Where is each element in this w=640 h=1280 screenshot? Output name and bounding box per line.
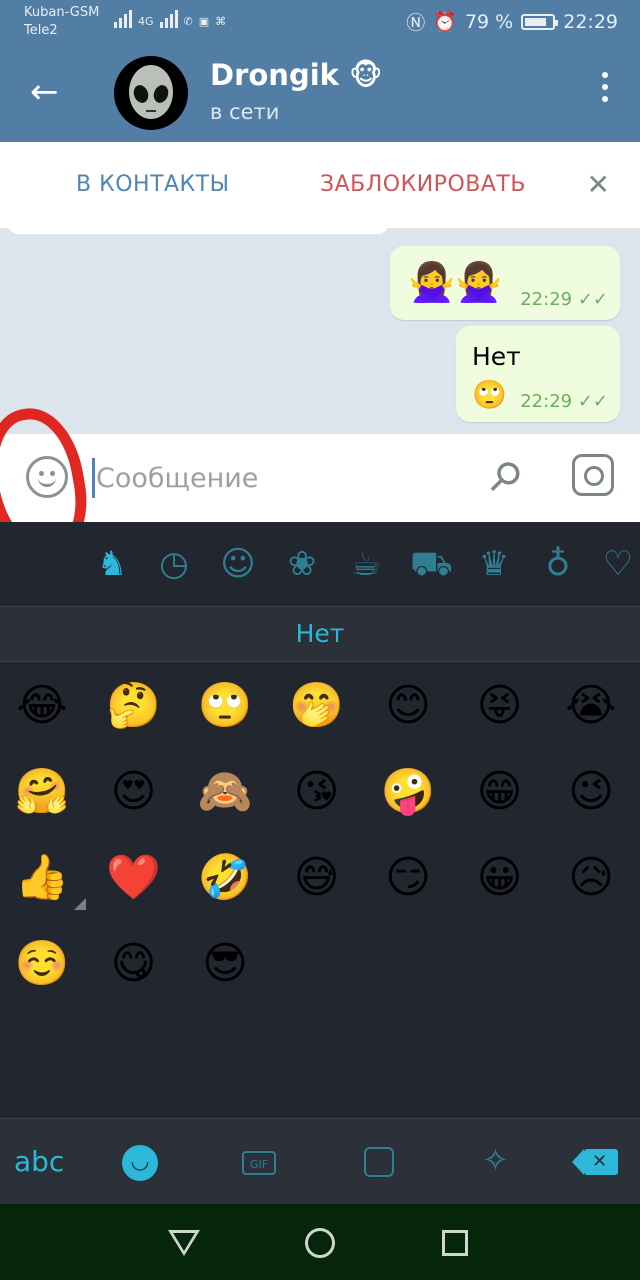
category-clock-icon[interactable]: ◷ xyxy=(154,544,194,584)
emoji-key[interactable]: 🤗 xyxy=(12,762,72,822)
sticker-tab-icon[interactable] xyxy=(364,1147,394,1177)
double-check-icon: ✓✓ xyxy=(577,289,608,310)
category-food-icon[interactable]: ☕ xyxy=(346,544,386,584)
nav-home-icon[interactable] xyxy=(305,1228,335,1258)
chat-header: ← Drongik 🐵 в сети xyxy=(0,42,640,142)
gif-tab-icon[interactable]: GIF xyxy=(242,1151,276,1175)
emoji-key[interactable]: ☺️ xyxy=(12,934,72,994)
emoji-key[interactable]: 😍 xyxy=(104,762,164,822)
message-meta: 22:29 ✓✓ xyxy=(520,391,608,412)
add-contact-button[interactable]: В КОНТАКТЫ xyxy=(76,172,230,197)
category-symbols-icon[interactable]: ♡ xyxy=(598,544,638,584)
battery-icon xyxy=(521,13,559,30)
contact-action-bar: В КОНТАКТЫ ЗАБЛОКИРОВАТЬ ✕ xyxy=(0,142,640,228)
emoji-key[interactable]: 👍 xyxy=(12,848,86,910)
message-emoji: 🙄 xyxy=(472,378,507,411)
alien-avatar-icon xyxy=(129,65,173,119)
nfc-icon: Ⓝ xyxy=(406,12,426,34)
status-right: Ⓝ ⏰ 79 % 22:29 xyxy=(406,8,618,35)
emoji-category-bar: ♞ ◷ ☺ ❀ ☕ ⛟ ♛ ♁ ♡ xyxy=(0,522,640,607)
emoji-key[interactable]: ❤️ xyxy=(104,848,164,908)
alarm-icon: ⏰ xyxy=(433,11,457,33)
emoji-key[interactable]: 😏 xyxy=(378,848,438,908)
nav-back-icon[interactable] xyxy=(168,1230,200,1256)
emoji-key[interactable]: 🤣 xyxy=(195,848,255,908)
emoji-key[interactable]: 🙄 xyxy=(195,676,255,736)
signal-icon-2 xyxy=(159,10,178,28)
carrier-name-2: Tele2 xyxy=(24,23,58,38)
message-list[interactable]: 🙅‍♀️🙅‍♀️ 22:29 ✓✓ Нет 🙄 22:29 ✓✓ xyxy=(0,228,640,434)
message-time: 22:29 xyxy=(520,289,573,310)
category-objects-icon[interactable]: ♁ xyxy=(538,544,578,584)
message-text: Нет xyxy=(472,342,521,371)
contact-status: в сети xyxy=(210,100,280,124)
previous-message xyxy=(8,228,388,234)
back-arrow-icon[interactable]: ← xyxy=(30,72,59,112)
photolab-icon: ▣ xyxy=(198,15,210,28)
message-time: 22:29 xyxy=(520,391,573,412)
carrier-name-1: Kuban-GSM xyxy=(24,5,100,20)
text-cursor xyxy=(92,458,95,498)
system-nav-bar xyxy=(0,1204,640,1280)
emoji-tab-icon[interactable] xyxy=(122,1145,158,1181)
keyboard-toolbar: abc GIF ✧ xyxy=(0,1118,640,1205)
emoji-key[interactable]: 😭 xyxy=(561,676,621,736)
emoji-key[interactable]: 🙈 xyxy=(195,762,255,822)
double-check-icon: ✓✓ xyxy=(577,391,608,412)
vk-icon: ⌘ xyxy=(215,15,227,28)
category-recent-special-icon[interactable]: ♞ xyxy=(92,544,132,584)
close-icon[interactable]: ✕ xyxy=(587,168,610,201)
emoji-key[interactable]: 😉 xyxy=(561,762,621,822)
signal-icon xyxy=(114,10,132,28)
emoji-key[interactable]: 😋 xyxy=(104,934,164,994)
contact-name[interactable]: Drongik 🐵 xyxy=(210,58,383,92)
message-meta: 22:29 ✓✓ xyxy=(520,289,608,310)
message-bubble[interactable]: 🙅‍♀️🙅‍♀️ 22:29 ✓✓ xyxy=(390,246,620,320)
message-bubble[interactable]: Нет 🙄 22:29 ✓✓ xyxy=(456,326,620,422)
emoji-key[interactable]: 😀 xyxy=(470,848,530,908)
emoji-key[interactable]: 🤭 xyxy=(287,676,347,736)
viber-icon: ✆ xyxy=(183,15,193,28)
skin-tone-indicator-icon xyxy=(74,898,86,910)
avatar[interactable] xyxy=(114,56,188,130)
backspace-icon[interactable] xyxy=(572,1149,618,1175)
attach-icon[interactable]: ⚲ xyxy=(478,450,531,503)
category-smileys-icon[interactable]: ☺ xyxy=(218,544,258,584)
emoji-key[interactable]: 😊 xyxy=(378,676,438,736)
emoji-key[interactable]: 🤔 xyxy=(104,676,164,736)
emoji-key[interactable]: 😝 xyxy=(470,676,530,736)
suggestion-word[interactable]: Нет xyxy=(0,619,640,648)
signal-icons: 4G ✆ ▣ ⌘ xyxy=(114,10,226,28)
emoji-key[interactable]: 😂 xyxy=(12,676,72,736)
category-travel-icon[interactable]: ⛟ xyxy=(410,544,453,584)
abc-keyboard-button[interactable]: abc xyxy=(14,1145,64,1178)
emoji-toggle-icon[interactable] xyxy=(26,456,68,498)
pin-icon[interactable]: ✧ xyxy=(482,1141,509,1179)
nav-recents-icon[interactable] xyxy=(442,1230,468,1256)
block-button[interactable]: ЗАБЛОКИРОВАТЬ xyxy=(320,172,526,197)
emoji-key[interactable]: 😎 xyxy=(195,934,255,994)
network-type: 4G xyxy=(138,15,154,28)
emoji-key[interactable]: 😁 xyxy=(470,762,530,822)
message-input[interactable] xyxy=(96,456,456,500)
more-menu-icon[interactable] xyxy=(602,72,610,102)
status-bar: Kuban-GSM Tele2 4G ✆ ▣ ⌘ Ⓝ ⏰ 79 % 22:29 xyxy=(0,0,640,42)
emoji-key[interactable]: 😘 xyxy=(287,762,347,822)
emoji-key[interactable]: 😅 xyxy=(287,848,347,908)
suggestion-bar: Нет xyxy=(0,607,640,662)
emoji-key[interactable]: 🤪 xyxy=(378,762,438,822)
camera-icon[interactable] xyxy=(572,454,614,496)
emoji-key[interactable]: 😥 xyxy=(561,848,621,908)
emoji-grid: 😂 🤔 🙄 🤭 😊 😝 😭 🤗 😍 🙈 😘 🤪 😁 😉 👍 ❤️ 🤣 😅 😏 😀 😥 ☺️ 😋 😎 xyxy=(0,662,640,1118)
message-emoji: 🙅‍♀️🙅‍♀️ xyxy=(408,260,503,304)
category-activity-icon[interactable]: ♛ xyxy=(474,544,514,584)
clock: 22:29 xyxy=(563,10,618,33)
message-input-bar: ⚲ xyxy=(0,434,640,522)
battery-percent: 79 % xyxy=(464,10,514,33)
category-animals-icon[interactable]: ❀ xyxy=(282,544,322,584)
